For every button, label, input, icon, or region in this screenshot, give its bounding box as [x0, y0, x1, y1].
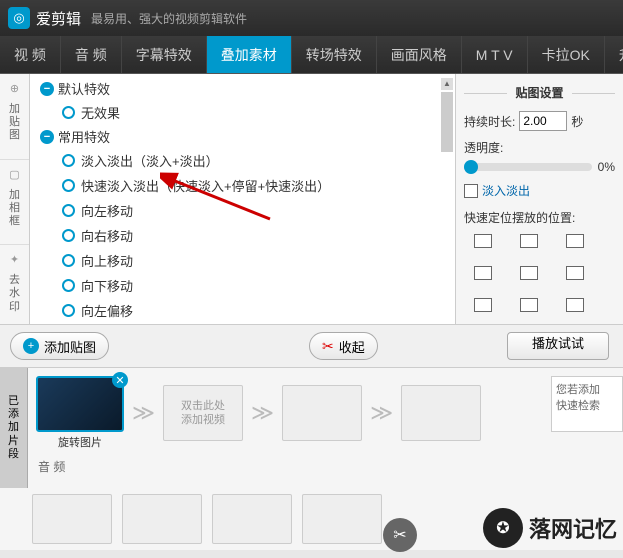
scissors-icon: ✂ — [322, 338, 334, 355]
tree-item[interactable]: 向上移动 — [36, 248, 455, 273]
add-video-placeholder[interactable]: 双击此处添加视频 — [163, 385, 243, 441]
radio-icon — [62, 154, 75, 167]
duration-label: 持续时长: — [464, 113, 515, 130]
tree-category[interactable]: −常用特效 — [36, 125, 455, 148]
pos-bc[interactable] — [520, 298, 538, 312]
watermark-icon: ✪ — [483, 508, 523, 548]
tab-5[interactable]: 画面风格 — [377, 36, 462, 73]
collapse-label: 收起 — [339, 337, 365, 356]
audio-slot[interactable] — [302, 494, 382, 544]
play-preview-button[interactable]: 播放试试 — [507, 332, 609, 360]
audio-slot[interactable] — [32, 494, 112, 544]
radio-icon — [62, 106, 75, 119]
tree-item[interactable]: 向右移动 — [36, 223, 455, 248]
watermark: ✪ 落网记忆 — [483, 508, 617, 548]
opacity-slider[interactable] — [464, 163, 592, 171]
watermark-text: 落网记忆 — [529, 512, 617, 544]
main-tabs: 视 频音 频字幕特效叠加素材转场特效画面风格M T V卡拉OK升级与服 — [0, 36, 623, 74]
app-title: 爱剪辑 — [36, 8, 81, 29]
position-grid — [474, 234, 615, 312]
timeline-side-label: 已添加片段 — [0, 368, 28, 488]
radio-icon — [62, 279, 75, 292]
collapse-icon[interactable]: − — [40, 82, 54, 96]
pos-mc[interactable] — [520, 266, 538, 280]
side-toolbar: ⊕加贴图▢加相框✦去水印 — [0, 74, 30, 324]
pos-br[interactable] — [566, 298, 584, 312]
frame-icon: ▢ — [6, 168, 24, 186]
audio-track-label: 音 频 — [38, 458, 615, 475]
app-subtitle: 最易用、强大的视频剪辑软件 — [91, 10, 247, 27]
play-label: 播放试试 — [532, 336, 584, 351]
audio-slot[interactable] — [212, 494, 292, 544]
pos-tr[interactable] — [566, 234, 584, 248]
tree-item[interactable]: 快速淡入淡出（快速淡入+停留+快速淡出） — [36, 173, 455, 198]
duration-unit: 秒 — [571, 113, 583, 130]
chevron-right-icon: ≫ — [132, 400, 155, 426]
side-tool-plus[interactable]: ⊕加贴图 — [0, 74, 29, 160]
tab-0[interactable]: 视 频 — [0, 36, 61, 73]
scroll-thumb[interactable] — [441, 92, 453, 152]
star-icon: ✦ — [6, 253, 24, 271]
tree-item[interactable]: 淡入淡出（淡入+淡出） — [36, 148, 455, 173]
app-logo: ◎ — [8, 7, 30, 29]
radio-icon — [62, 229, 75, 242]
collapse-icon[interactable]: − — [40, 130, 54, 144]
clip-close-icon[interactable]: ✕ — [112, 372, 128, 388]
slider-knob[interactable] — [464, 160, 478, 174]
tab-3[interactable]: 叠加素材 — [207, 36, 292, 73]
scissors-fab-icon[interactable]: ✂ — [383, 518, 417, 552]
tab-2[interactable]: 字幕特效 — [122, 36, 207, 73]
clip-label: 旋转图片 — [36, 434, 124, 450]
tab-1[interactable]: 音 频 — [61, 36, 122, 73]
fade-checkbox[interactable] — [464, 184, 478, 198]
settings-panel: 贴图设置 持续时长: 秒 透明度: 0% 淡入淡出 快速定位摆放的位置: — [455, 74, 623, 324]
pos-tl[interactable] — [474, 234, 492, 248]
scrollbar[interactable]: ▲ — [441, 78, 453, 318]
pos-mr[interactable] — [566, 266, 584, 280]
duration-input[interactable] — [519, 111, 567, 131]
tab-4[interactable]: 转场特效 — [292, 36, 377, 73]
radio-icon — [62, 254, 75, 267]
collapse-button[interactable]: ✂ 收起 — [309, 332, 378, 360]
clip-item[interactable]: ✕ 旋转图片 — [36, 376, 124, 450]
clip-thumbnail[interactable]: ✕ — [36, 376, 124, 432]
side-tool-frame[interactable]: ▢加相框 — [0, 160, 29, 246]
pos-bl[interactable] — [474, 298, 492, 312]
tree-category[interactable]: −默认特效 — [36, 77, 455, 100]
chevron-right-icon: ≫ — [251, 400, 274, 426]
fade-label: 淡入淡出 — [482, 182, 530, 199]
add-sticker-label: 添加贴图 — [44, 337, 96, 356]
pos-tc[interactable] — [520, 234, 538, 248]
empty-slot[interactable] — [282, 385, 362, 441]
tab-6[interactable]: M T V — [462, 36, 528, 73]
add-sticker-button[interactable]: + 添加贴图 — [10, 332, 109, 360]
tree-item[interactable]: 向左偏移 — [36, 298, 455, 323]
effects-tree: −默认特效无效果−常用特效淡入淡出（淡入+淡出）快速淡入淡出（快速淡入+停留+快… — [30, 74, 455, 324]
hint-box: 您若添加快速检索 — [551, 376, 623, 432]
radio-icon — [62, 204, 75, 217]
empty-slot[interactable] — [401, 385, 481, 441]
chevron-right-icon: ≫ — [370, 400, 393, 426]
audio-slot[interactable] — [122, 494, 202, 544]
opacity-value: 0% — [598, 160, 615, 174]
plus-icon: ⊕ — [6, 82, 24, 100]
tab-8[interactable]: 升级与服 — [605, 36, 623, 73]
tree-item[interactable]: 向下移动 — [36, 273, 455, 298]
tree-item[interactable]: 无效果 — [36, 100, 455, 125]
radio-icon — [62, 304, 75, 317]
scroll-up-icon[interactable]: ▲ — [441, 78, 453, 90]
tab-7[interactable]: 卡拉OK — [528, 36, 605, 73]
plus-icon: + — [23, 338, 39, 354]
settings-title: 贴图设置 — [507, 86, 571, 100]
position-label: 快速定位摆放的位置: — [464, 209, 615, 226]
tree-item[interactable]: 向左移动 — [36, 198, 455, 223]
opacity-label: 透明度: — [464, 139, 615, 156]
side-tool-star[interactable]: ✦去水印 — [0, 245, 29, 331]
radio-icon — [62, 179, 75, 192]
pos-ml[interactable] — [474, 266, 492, 280]
